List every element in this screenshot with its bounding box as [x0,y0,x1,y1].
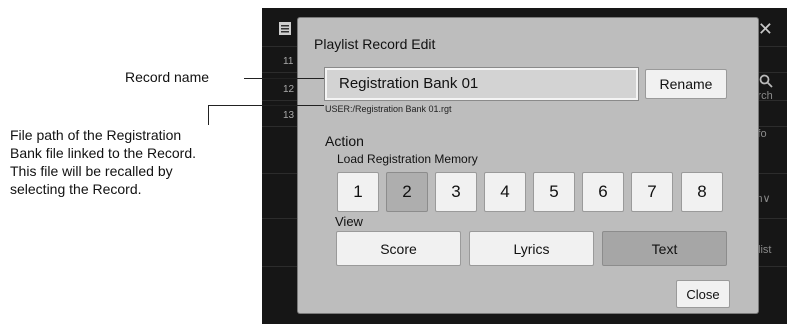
view-text-button[interactable]: Text [602,231,727,266]
list-item-number: 12 [283,84,295,95]
search-icon[interactable] [759,74,773,88]
file-path-callout-line-3: This file will be recalled by [10,163,173,179]
playlist-record-edit-dialog: Playlist Record Edit Registration Bank 0… [298,18,758,313]
dialog-title: Playlist Record Edit [314,36,436,52]
view-score-button[interactable]: Score [336,231,461,266]
playlist-icon[interactable] [279,22,291,35]
record-name-callout: Record name [125,69,210,85]
rename-button[interactable]: Rename [645,69,727,99]
record-name-value: Registration Bank 01 [339,75,479,92]
memory-button-4[interactable]: 4 [484,172,526,212]
record-name-field[interactable]: Registration Bank 01 [325,68,638,100]
memory-button-5[interactable]: 5 [533,172,575,212]
file-path-callout-line-4: selecting the Record. [10,181,142,197]
close-button[interactable]: Close [676,280,730,308]
load-registration-memory-label: Load Registration Memory [337,152,478,166]
action-heading: Action [325,133,364,149]
view-heading: View [335,214,363,229]
file-path-leader-line-vertical [208,105,209,125]
file-path-callout-line-1: File path of the Registration [10,127,182,143]
memory-button-7[interactable]: 7 [631,172,673,212]
list-item-number: 13 [283,110,295,121]
list-item-number: 11 [283,56,294,67]
memory-button-1[interactable]: 1 [337,172,379,212]
memory-button-8[interactable]: 8 [681,172,723,212]
memory-button-6[interactable]: 6 [582,172,624,212]
file-path-leader-line [208,105,324,106]
memory-button-2[interactable]: 2 [386,172,428,212]
memory-button-3[interactable]: 3 [435,172,477,212]
file-path-callout-line-2: Bank file linked to the Record. [10,145,196,161]
record-name-leader-line [244,78,324,79]
file-path: USER:/Registration Bank 01.rgt [325,104,452,114]
close-icon[interactable]: ✕ [758,19,773,40]
view-lyrics-button[interactable]: Lyrics [469,231,594,266]
